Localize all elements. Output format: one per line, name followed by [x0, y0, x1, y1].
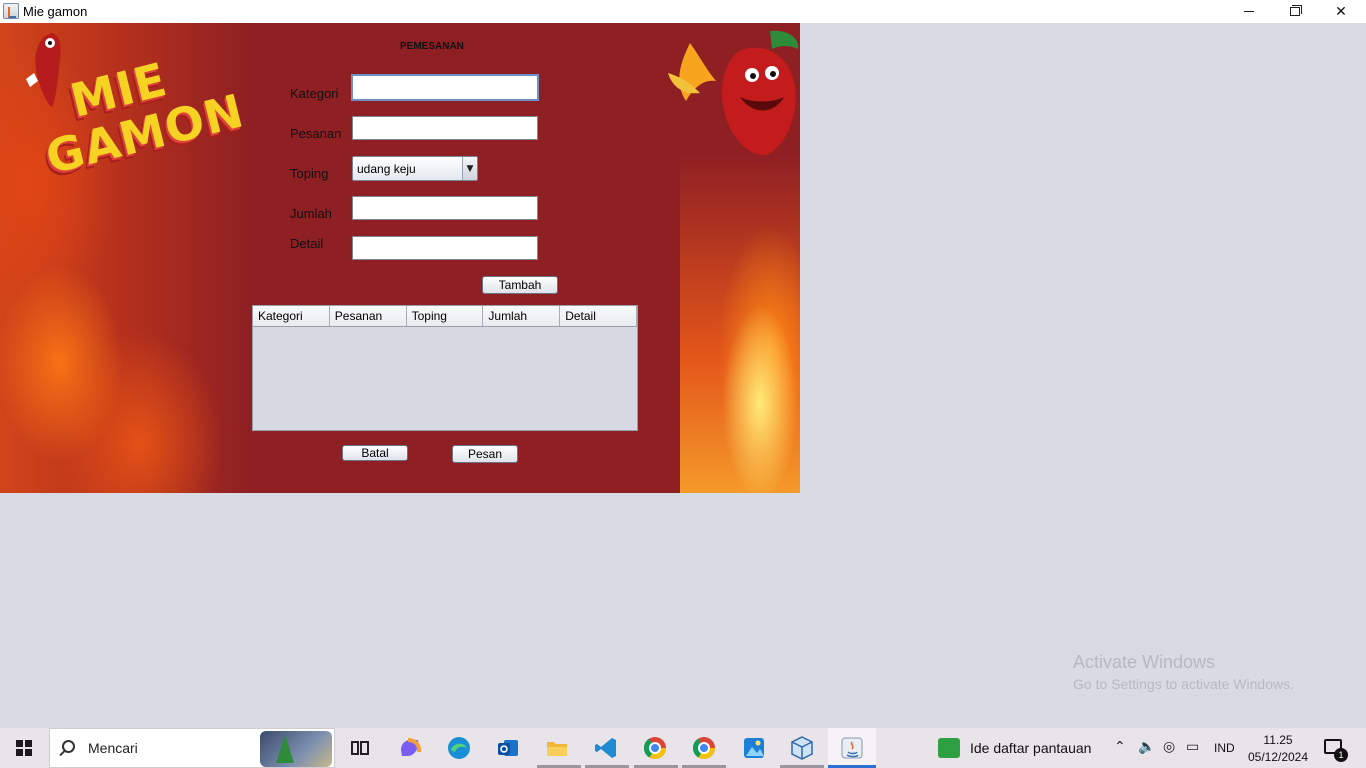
edge-icon[interactable]	[445, 734, 473, 762]
activation-watermark-title: Activate Windows	[1073, 652, 1216, 672]
clock-date: 05/12/2024	[1247, 750, 1309, 764]
batal-button[interactable]: Batal	[342, 445, 408, 461]
mie-gamon-logo: MIE GAMON	[40, 45, 249, 195]
title-bar: Mie gamon ✕	[0, 0, 1366, 23]
start-button[interactable]	[16, 740, 32, 756]
column-header-jumlah[interactable]: Jumlah	[483, 306, 561, 326]
clock-time: 11.25	[1263, 733, 1293, 747]
kategori-field[interactable]	[353, 76, 537, 99]
flame-background-right	[680, 153, 800, 493]
chevron-up-icon[interactable]: ⌃	[1114, 739, 1126, 755]
table-header: Kategori Pesanan Toping Jumlah Detail	[253, 306, 637, 327]
search-icon	[62, 740, 75, 753]
pesanan-field[interactable]	[353, 117, 537, 139]
pesanan-label: Pesanan	[290, 126, 342, 141]
java-app-icon	[3, 3, 19, 19]
java-taskbar-button[interactable]	[828, 728, 876, 768]
dropdown-arrow-icon[interactable]: ▼	[462, 157, 477, 180]
toping-label: Toping	[290, 166, 329, 181]
notification-badge: 1	[1334, 748, 1348, 762]
window-title: Mie gamon	[23, 4, 88, 19]
network-icon[interactable]: ▭	[1186, 739, 1199, 755]
kategori-label: Kategori	[290, 86, 339, 101]
vscode-icon[interactable]	[592, 734, 620, 762]
column-header-pesanan[interactable]: Pesanan	[330, 306, 407, 326]
column-header-toping[interactable]: Toping	[407, 306, 484, 326]
jumlah-field-wrapper	[352, 196, 538, 220]
toping-selected-value: udang keju	[357, 161, 416, 176]
search-placeholder: Mencari	[88, 740, 138, 756]
kategori-field-wrapper	[351, 74, 539, 101]
restore-button[interactable]	[1272, 0, 1318, 23]
close-icon: ✕	[1335, 3, 1347, 20]
speaker-icon[interactable]: 🔈	[1138, 739, 1155, 755]
tambah-button[interactable]: Tambah	[482, 276, 558, 294]
detail-field[interactable]	[353, 237, 537, 259]
file-explorer-icon[interactable]	[543, 734, 571, 762]
news-widget-text[interactable]: Ide daftar pantauan	[970, 740, 1091, 756]
toping-dropdown[interactable]: udang keju ▼	[352, 156, 478, 181]
chrome-profile-icon[interactable]	[690, 734, 718, 762]
taskbar-search[interactable]: Mencari	[49, 728, 335, 768]
page-title: PEMESANAN	[400, 41, 464, 52]
taskbar: Mencari Ide daftar pantauan ⌃ 🔈 ◎ ▭ IND …	[0, 728, 1366, 768]
jumlah-field[interactable]	[353, 197, 537, 219]
outlook-icon[interactable]	[494, 734, 522, 762]
chili-mascot-right	[668, 30, 799, 156]
windows-logo-icon	[16, 740, 23, 747]
virtualbox-icon[interactable]	[788, 734, 816, 762]
detail-label: Detail	[290, 236, 324, 251]
watchlist-icon[interactable]	[938, 738, 960, 758]
activation-watermark-subtitle: Go to Settings to activate Windows.	[1073, 676, 1294, 692]
task-view-icon[interactable]	[346, 734, 374, 762]
pesan-button[interactable]: Pesan	[452, 445, 518, 463]
search-highlight-image[interactable]	[260, 731, 332, 767]
copilot-icon[interactable]	[396, 734, 424, 762]
input-language[interactable]: IND	[1214, 741, 1235, 755]
system-clock[interactable]: 11.25 05/12/2024	[1244, 732, 1312, 766]
restore-icon	[1290, 5, 1302, 16]
minimize-button[interactable]	[1226, 0, 1272, 23]
java-icon	[841, 737, 863, 759]
order-panel: MIE GAMON PEMESANAN Kategori Pesanan Top…	[0, 23, 800, 493]
close-button[interactable]: ✕	[1318, 0, 1364, 23]
minimize-icon	[1244, 11, 1254, 12]
photos-icon[interactable]	[740, 734, 768, 762]
order-table[interactable]: Kategori Pesanan Toping Jumlah Detail	[252, 305, 638, 431]
column-header-kategori[interactable]: Kategori	[253, 306, 330, 326]
pesanan-field-wrapper	[352, 116, 538, 140]
chrome-icon[interactable]	[641, 734, 669, 762]
meet-now-icon[interactable]: ◎	[1163, 739, 1175, 755]
jumlah-label: Jumlah	[290, 206, 332, 221]
column-header-detail[interactable]: Detail	[560, 306, 637, 326]
detail-field-wrapper	[352, 236, 538, 260]
